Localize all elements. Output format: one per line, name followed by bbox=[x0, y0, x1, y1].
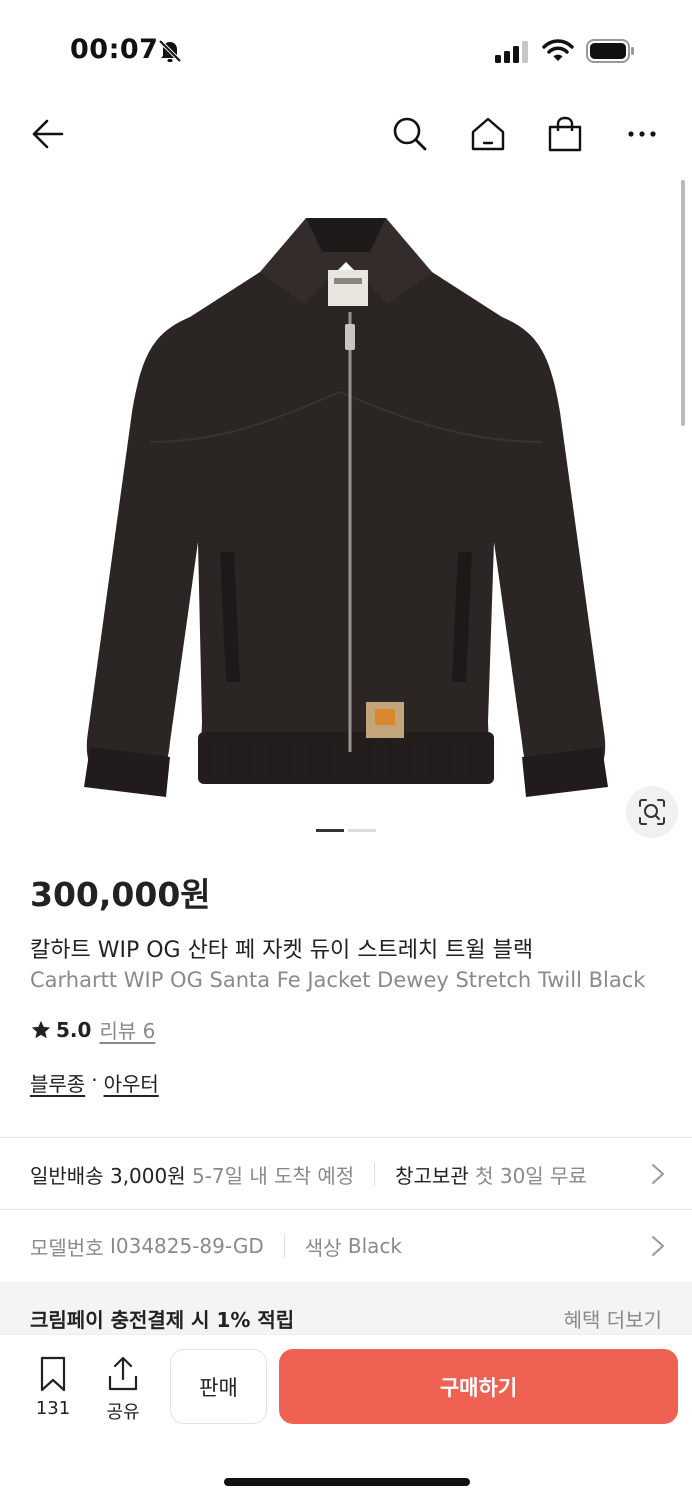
bookmark-button[interactable]: 131 bbox=[28, 1356, 78, 1419]
home-button[interactable] bbox=[466, 112, 510, 156]
category-breadcrumb: 블루종 · 아우터 bbox=[30, 1068, 159, 1097]
storage-label: 창고보관 bbox=[395, 1163, 469, 1188]
product-details-row[interactable]: 모델번호 I034825-89-GD 색상 Black bbox=[0, 1211, 692, 1281]
page-dot-active bbox=[316, 829, 344, 832]
divider bbox=[0, 1209, 692, 1210]
category-link-blouson[interactable]: 블루종 bbox=[30, 1068, 85, 1097]
bell-off-icon bbox=[158, 39, 182, 63]
benefit-more-link[interactable]: 혜택 더보기 bbox=[564, 1304, 662, 1333]
more-icon bbox=[628, 131, 656, 137]
shipping-info-row[interactable]: 일반배송 3,000원 5-7일 내 도착 예정 창고보관 첫 30일 무료 bbox=[0, 1139, 692, 1209]
search-icon bbox=[393, 117, 427, 151]
image-search-button[interactable] bbox=[626, 786, 678, 838]
shopping-bag-icon bbox=[548, 116, 582, 152]
divider bbox=[0, 1137, 692, 1138]
color-label: 색상 bbox=[304, 1235, 342, 1260]
share-label: 공유 bbox=[106, 1402, 140, 1423]
buy-button[interactable]: 구매하기 bbox=[279, 1349, 678, 1424]
benefit-title: 크림페이 충전결제 시 1% 적립 bbox=[30, 1308, 295, 1332]
product-price: 300,000원 bbox=[30, 875, 211, 914]
gallery-page-indicator bbox=[316, 829, 376, 833]
shipping-eta: 5-7일 내 도착 예정 bbox=[191, 1163, 355, 1188]
product-image bbox=[84, 218, 608, 797]
shipping-fee: 3,000원 bbox=[109, 1163, 186, 1188]
top-navigation bbox=[0, 100, 692, 166]
color-value: Black bbox=[347, 1234, 403, 1258]
status-time: 00:07 bbox=[70, 34, 159, 65]
row-separator bbox=[374, 1162, 376, 1186]
review-link[interactable]: 리뷰 6 bbox=[99, 1015, 155, 1044]
home-indicator[interactable] bbox=[224, 1478, 470, 1486]
storage-offer: 첫 30일 무료 bbox=[475, 1163, 587, 1188]
share-button[interactable]: 공유 bbox=[98, 1356, 148, 1424]
home-icon bbox=[471, 117, 505, 151]
share-icon bbox=[108, 1356, 138, 1391]
star-icon bbox=[31, 1020, 51, 1038]
wifi-icon bbox=[542, 39, 574, 61]
product-name-korean: 칼하트 WIP OG 산타 페 자켓 듀이 스트레치 트윌 블랙 bbox=[30, 938, 534, 963]
rating-value: 5.0 bbox=[56, 1017, 92, 1042]
sell-button[interactable]: 판매 bbox=[170, 1349, 267, 1424]
cellular-signal-icon bbox=[495, 41, 528, 63]
gallery-scrollbar[interactable] bbox=[681, 180, 685, 426]
product-image-gallery[interactable] bbox=[0, 172, 692, 852]
battery-icon bbox=[586, 39, 634, 63]
shopping-bag-button[interactable] bbox=[543, 112, 587, 156]
bookmark-count: 131 bbox=[35, 1398, 71, 1419]
status-bar: 00:07 bbox=[0, 0, 692, 100]
product-name-english: Carhartt WIP OG Santa Fe Jacket Dewey St… bbox=[30, 968, 646, 992]
rating-row: 5.0 리뷰 6 bbox=[30, 1015, 155, 1044]
more-button[interactable] bbox=[620, 112, 664, 156]
back-button[interactable] bbox=[26, 112, 70, 156]
bookmark-icon bbox=[40, 1356, 66, 1392]
row-separator bbox=[283, 1234, 285, 1258]
shipping-type: 일반배송 bbox=[30, 1163, 104, 1188]
category-link-outer[interactable]: 아우터 bbox=[104, 1068, 159, 1097]
chevron-right-icon bbox=[652, 1236, 664, 1256]
model-value: I034825-89-GD bbox=[109, 1234, 264, 1258]
category-separator: · bbox=[91, 1068, 98, 1092]
page-dot bbox=[348, 829, 376, 832]
chevron-right-icon bbox=[652, 1164, 664, 1184]
back-arrow-icon bbox=[32, 119, 64, 149]
image-search-icon bbox=[639, 799, 665, 825]
model-label: 모델번호 bbox=[30, 1235, 104, 1260]
search-button[interactable] bbox=[388, 112, 432, 156]
